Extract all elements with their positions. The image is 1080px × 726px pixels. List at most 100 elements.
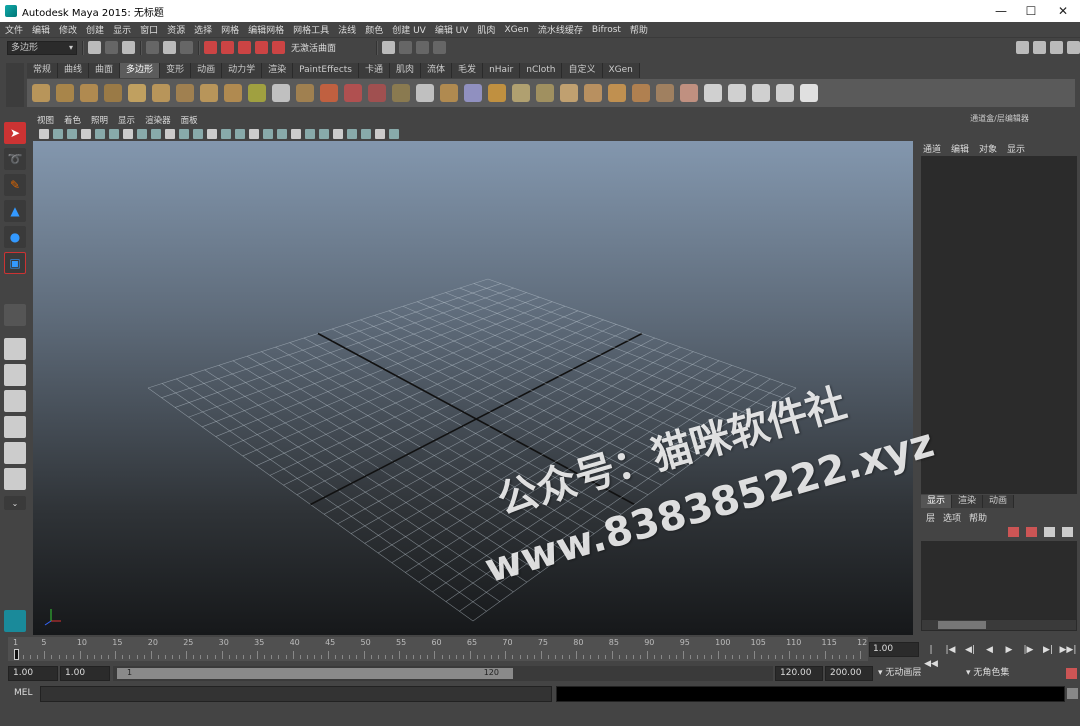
render-view-icon[interactable] — [382, 41, 396, 54]
playback-start-field[interactable]: 1.00 — [60, 666, 110, 681]
film-gate-icon[interactable] — [123, 128, 133, 139]
layer-list[interactable] — [921, 541, 1077, 619]
command-input[interactable] — [40, 686, 552, 702]
persp-graph-layout-icon[interactable] — [4, 416, 26, 438]
panel-menu-item-0[interactable]: 视图 — [37, 114, 54, 126]
extract-icon[interactable] — [368, 84, 386, 102]
select-object-icon[interactable] — [163, 41, 176, 54]
save-scene-icon[interactable] — [122, 41, 135, 54]
shadows-icon[interactable] — [277, 128, 287, 139]
layer-tab-0[interactable]: 显示 — [921, 495, 953, 508]
automatic-uv-icon[interactable] — [776, 84, 794, 102]
boolean-union-icon[interactable] — [416, 84, 434, 102]
paint-select-tool-icon[interactable]: ✎ — [4, 174, 26, 196]
poke-icon[interactable] — [680, 84, 698, 102]
menu-item-15[interactable]: 肌肉 — [477, 23, 495, 36]
lasso-tool-icon[interactable]: ➰ — [4, 148, 26, 170]
menu-item-16[interactable]: XGen — [504, 25, 528, 35]
poly-soccer-ball-icon[interactable] — [272, 84, 290, 102]
snap-view-plane-icon[interactable] — [255, 41, 268, 54]
go-to-start-button[interactable]: |◀◀ — [923, 643, 939, 669]
persp-hypershade-layout-icon[interactable] — [4, 442, 26, 464]
menu-item-0[interactable]: 文件 — [5, 23, 23, 36]
maximize-button[interactable]: ☐ — [1014, 0, 1048, 22]
layer-menu-item-1[interactable]: 选项 — [943, 511, 961, 524]
menu-set-select[interactable]: 多边形 — [7, 40, 77, 55]
textured-icon[interactable] — [249, 128, 259, 139]
smooth-icon[interactable] — [392, 84, 410, 102]
channel-box-menu-item-0[interactable]: 通道 — [923, 142, 941, 155]
menu-item-9[interactable]: 编辑网格 — [248, 23, 284, 36]
render-settings-icon[interactable] — [433, 41, 447, 54]
shelf-tab-4[interactable]: 变形 — [160, 63, 192, 78]
shelf-tab-9[interactable]: 卡通 — [359, 63, 391, 78]
poly-platonic-icon[interactable] — [296, 84, 314, 102]
shelf-tab-11[interactable]: 流体 — [421, 63, 453, 78]
poly-helix-icon[interactable] — [248, 84, 266, 102]
script-editor-icon[interactable] — [1067, 688, 1078, 699]
poly-cube-icon[interactable] — [56, 84, 74, 102]
motion-blur-icon[interactable] — [305, 128, 315, 139]
shelf-tab-1[interactable]: 曲线 — [58, 63, 90, 78]
gate-mask-icon[interactable] — [151, 128, 161, 139]
poly-cone-icon[interactable] — [104, 84, 122, 102]
mirror-icon[interactable] — [464, 84, 482, 102]
cylindrical-uv-icon[interactable] — [728, 84, 746, 102]
toggle-attribute-editor-icon[interactable] — [1033, 41, 1047, 54]
menu-item-10[interactable]: 网格工具 — [293, 23, 329, 36]
menu-item-4[interactable]: 显示 — [113, 23, 131, 36]
poly-cylinder-icon[interactable] — [80, 84, 98, 102]
current-frame-field[interactable]: 1.00 — [869, 642, 919, 657]
shelf-tab-3[interactable]: 多边形 — [120, 63, 161, 78]
new-scene-icon[interactable] — [88, 41, 101, 54]
layer-menu-item-2[interactable]: 帮助 — [969, 511, 987, 524]
field-chart-icon[interactable] — [165, 128, 175, 139]
shelf-options[interactable] — [6, 63, 24, 107]
layer-horizontal-scrollbar[interactable] — [921, 619, 1077, 631]
menu-item-1[interactable]: 编辑 — [32, 23, 50, 36]
start-time-field[interactable]: 1.00 — [8, 666, 58, 681]
panel-menu-item-3[interactable]: 显示 — [118, 114, 135, 126]
snap-point-icon[interactable] — [238, 41, 251, 54]
depth-of-field-icon[interactable] — [333, 128, 343, 139]
extrude-icon[interactable] — [608, 84, 626, 102]
menu-item-11[interactable]: 法线 — [338, 23, 356, 36]
smooth-shade-icon[interactable] — [221, 128, 231, 139]
minimize-button[interactable]: — — [984, 0, 1018, 22]
image-plane-icon[interactable] — [81, 128, 91, 139]
menu-item-12[interactable]: 颜色 — [365, 23, 383, 36]
go-to-end-button[interactable]: ▶▶| — [1060, 643, 1077, 657]
anti-aliasing-icon[interactable] — [319, 128, 329, 139]
menu-item-5[interactable]: 窗口 — [140, 23, 158, 36]
make-live-icon[interactable] — [272, 41, 285, 54]
step-forward-frame-button[interactable]: |▶ — [1021, 643, 1037, 657]
open-scene-icon[interactable] — [105, 41, 118, 54]
persp-outliner-layout-icon[interactable] — [4, 390, 26, 412]
ipr-render-icon[interactable] — [416, 41, 430, 54]
shelf-tab-10[interactable]: 肌肉 — [390, 63, 422, 78]
new-layer-icon[interactable] — [1008, 527, 1019, 537]
xray-joints-icon[interactable] — [375, 128, 385, 139]
last-tool-icon[interactable] — [4, 304, 26, 326]
shelf-tab-16[interactable]: XGen — [602, 63, 640, 78]
command-language-label[interactable]: MEL — [14, 688, 32, 698]
character-set-dropdown[interactable]: ▾ 无角色集 — [966, 666, 1062, 681]
single-perspective-layout-icon[interactable] — [4, 338, 26, 360]
menu-item-14[interactable]: 编辑 UV — [435, 23, 469, 36]
select-tool-icon[interactable]: ➤ — [4, 122, 26, 144]
menu-item-8[interactable]: 网格 — [221, 23, 239, 36]
layout-options-icon[interactable]: ⌄ — [4, 496, 26, 510]
grease-pencil-icon[interactable] — [95, 128, 105, 139]
scale-tool-icon[interactable]: ▣ — [4, 252, 26, 274]
shelf-tab-15[interactable]: 自定义 — [562, 63, 603, 78]
layer-tab-2[interactable]: 动画 — [983, 495, 1015, 508]
channel-box-list[interactable] — [921, 156, 1077, 494]
panel-menu-item-5[interactable]: 面板 — [181, 114, 198, 126]
combine-icon[interactable] — [320, 84, 338, 102]
shelf-tab-0[interactable]: 常规 — [27, 63, 59, 78]
menu-item-3[interactable]: 创建 — [86, 23, 104, 36]
toggle-channel-box-icon[interactable] — [1067, 41, 1080, 54]
separate-icon[interactable] — [344, 84, 362, 102]
bridge-icon[interactable] — [488, 84, 506, 102]
play-backwards-button[interactable]: ◀ — [982, 643, 998, 657]
